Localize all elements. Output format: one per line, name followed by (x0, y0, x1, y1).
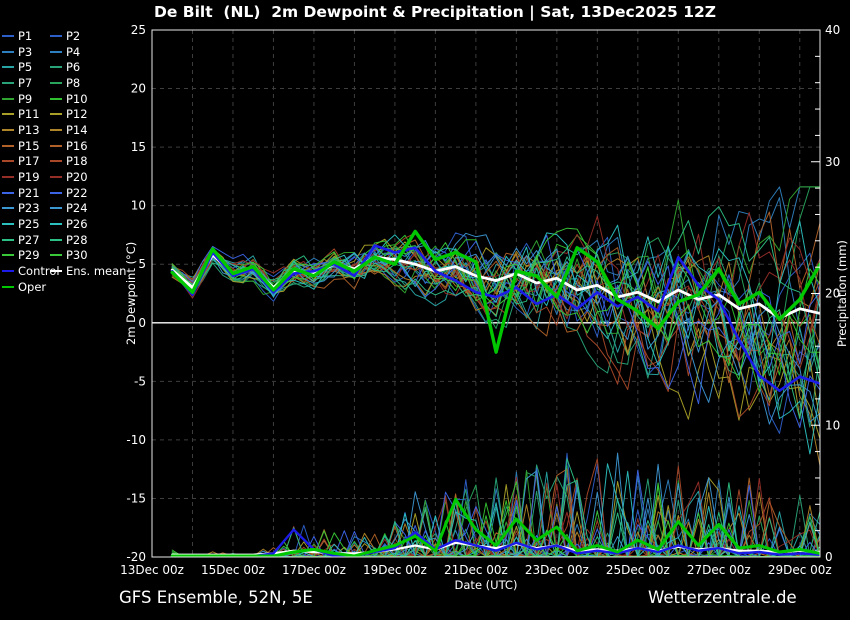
ensemble-member-dewpoint-line (171, 238, 820, 440)
y-axis-label-dewpoint: 2m Dewpoint (°C) (124, 241, 138, 346)
x-axis-tick-label: 29Dec 00z (768, 563, 832, 577)
x-axis-tick-label: 15Dec 00z (201, 563, 265, 577)
x-axis-tick-label: 25Dec 00z (606, 563, 670, 577)
y-axis-tick-label-left: 0 (138, 316, 146, 330)
y-axis-tick-label-left: 5 (138, 257, 146, 271)
x-axis-tick-label: 27Dec 00z (687, 563, 751, 577)
series-group (170, 186, 820, 558)
x-axis-tick-label: 23Dec 00z (525, 563, 589, 577)
x-axis-tick-label: 19Dec 00z (363, 563, 427, 577)
meteogram-page: De Bilt (NL) 2m Dewpoint & Precipitation… (0, 0, 850, 620)
footer-model-info: GFS Ensemble, 52N, 5E (119, 588, 313, 607)
x-axis-tick-label: 13Dec 00z (120, 563, 184, 577)
y-axis-tick-label-right: 0 (825, 550, 833, 564)
x-axis-tick-label: 17Dec 00z (282, 563, 346, 577)
ensemble-member-dewpoint-line (171, 240, 820, 423)
ensemble-member-dewpoint-line (171, 232, 820, 428)
footer-brand: Wetterzentrale.de (648, 588, 797, 607)
y-axis-label-precipitation: Precipitation (mm) (835, 240, 849, 347)
x-axis-tick-label: 21Dec 00z (444, 563, 508, 577)
